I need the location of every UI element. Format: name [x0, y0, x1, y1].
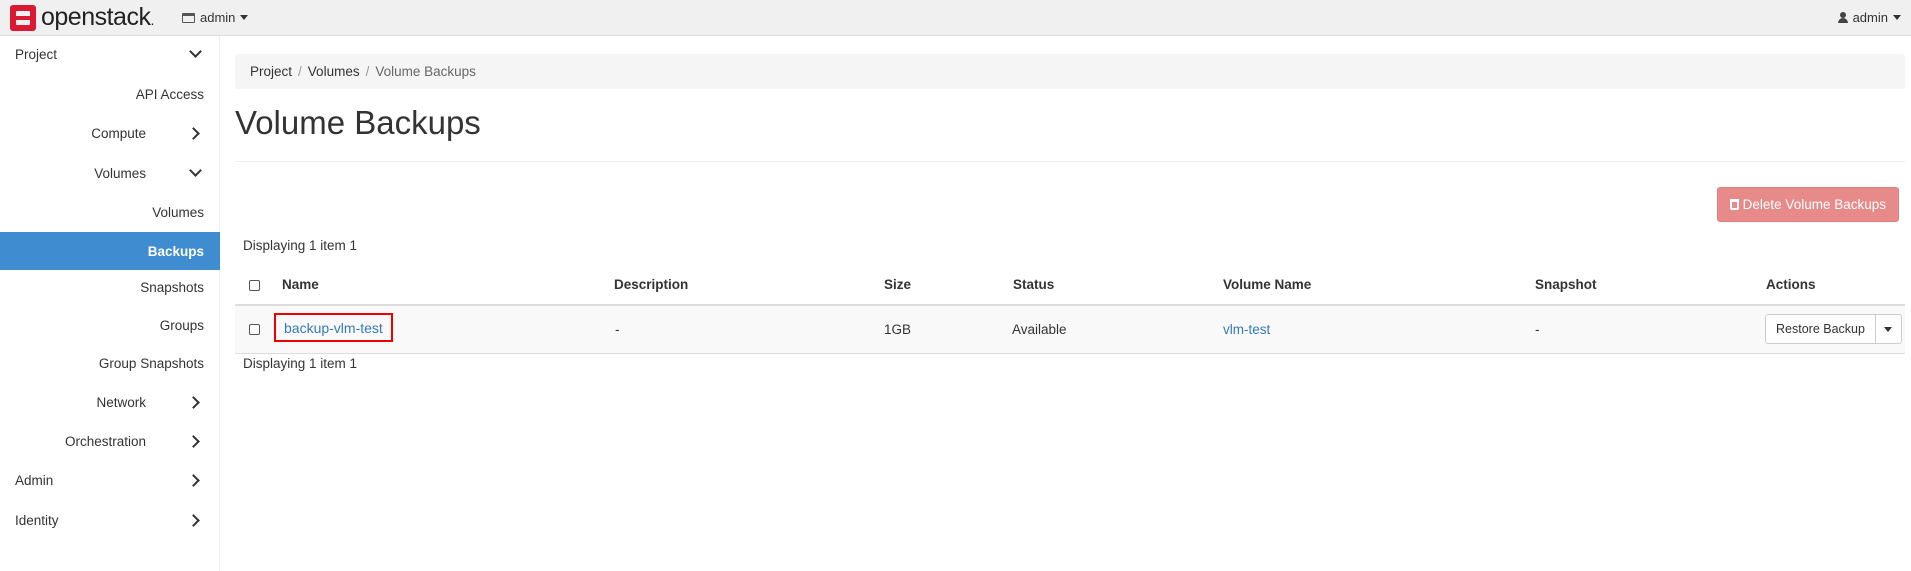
- sidebar-item-label: Group Snapshots: [98, 355, 204, 371]
- sidebar-item-label: API Access: [135, 86, 204, 102]
- backup-name-link[interactable]: backup-vlm-test: [284, 320, 383, 336]
- breadcrumb: Project / Volumes / Volume Backups: [235, 54, 1905, 89]
- volume-name-link[interactable]: vlm-test: [1223, 322, 1270, 337]
- divider: [235, 161, 1905, 162]
- sidebar-item-network[interactable]: Network: [0, 384, 220, 420]
- sidebar-item-volumes-group[interactable]: Volumes: [0, 155, 220, 191]
- chevron-down-icon: [189, 44, 202, 58]
- project-selector[interactable]: admin: [182, 10, 249, 25]
- cell-status: Available: [1012, 322, 1067, 337]
- chevron-down-icon: [189, 163, 202, 177]
- brand-name: openstack.: [41, 2, 154, 31]
- sidebar-item-label: Admin: [15, 472, 54, 488]
- select-all-checkbox[interactable]: [249, 280, 260, 291]
- actions-dropdown-toggle[interactable]: [1875, 314, 1902, 344]
- restore-backup-button[interactable]: Restore Backup: [1765, 314, 1876, 344]
- column-header-description[interactable]: Description: [614, 277, 688, 292]
- table-row: backup-vlm-test - 1GB Available vlm-test…: [235, 306, 1905, 354]
- highlight-box: backup-vlm-test: [274, 313, 393, 342]
- caret-down-icon: [240, 15, 249, 20]
- sidebar-item-label: Backups: [147, 243, 204, 259]
- sidebar-item-api-access[interactable]: API Access: [0, 76, 220, 112]
- chevron-right-icon: [187, 434, 200, 448]
- sidebar-item-label: Snapshots: [140, 279, 204, 295]
- chevron-right-icon: [187, 513, 200, 527]
- row-actions: Restore Backup: [1765, 314, 1902, 344]
- sidebar-item-label: Volumes: [152, 204, 204, 220]
- breadcrumb-separator: /: [298, 64, 302, 79]
- sidebar: Project API Access Compute Volumes Volum…: [0, 36, 220, 571]
- column-header-status[interactable]: Status: [1013, 277, 1054, 292]
- breadcrumb-current: Volume Backups: [375, 64, 476, 79]
- sidebar-item-label: Identity: [15, 512, 59, 528]
- sidebar-item-orchestration[interactable]: Orchestration: [0, 423, 220, 459]
- trash-icon: [1729, 199, 1739, 210]
- cell-size: 1GB: [884, 322, 912, 337]
- sidebar-item-snapshots[interactable]: Snapshots: [0, 269, 220, 305]
- openstack-logo-icon: [10, 5, 36, 31]
- sidebar-item-label: Network: [96, 394, 146, 410]
- delete-button-label: Delete Volume Backups: [1742, 197, 1886, 212]
- cell-snapshot: -: [1535, 322, 1540, 337]
- sidebar-item-label: Compute: [91, 125, 146, 141]
- chevron-right-icon: [187, 395, 200, 409]
- chevron-right-icon: [187, 126, 200, 140]
- breadcrumb-volumes[interactable]: Volumes: [308, 64, 360, 79]
- item-count: Displaying 1 item 1: [243, 238, 358, 253]
- sidebar-item-admin[interactable]: Admin: [0, 462, 220, 498]
- sidebar-item-label: Orchestration: [64, 433, 146, 449]
- sidebar-item-label: Project: [15, 46, 58, 62]
- item-count-footer: Displaying 1 item 1: [243, 356, 358, 371]
- column-header-volume-name[interactable]: Volume Name: [1223, 277, 1311, 292]
- caret-down-icon: [1884, 326, 1893, 332]
- sidebar-item-compute[interactable]: Compute: [0, 115, 220, 151]
- chevron-right-icon: [187, 473, 200, 487]
- sidebar-item-backups[interactable]: Backups: [0, 232, 220, 270]
- table-header: Name Description Size Status Volume Name…: [235, 264, 1905, 306]
- user-icon: [1837, 12, 1848, 23]
- project-window-icon: [182, 12, 195, 23]
- column-header-snapshot[interactable]: Snapshot: [1535, 277, 1597, 292]
- sidebar-item-label: Groups: [159, 317, 204, 333]
- column-header-name[interactable]: Name: [282, 277, 319, 292]
- page-title: Volume Backups: [235, 104, 481, 141]
- sidebar-item-volumes[interactable]: Volumes: [0, 194, 220, 230]
- user-menu-label: admin: [1852, 10, 1888, 25]
- sidebar-item-groups[interactable]: Groups: [0, 307, 220, 343]
- openstack-logo[interactable]: openstack.: [10, 2, 154, 31]
- column-header-size[interactable]: Size: [884, 277, 911, 292]
- caret-down-icon: [1893, 15, 1901, 20]
- sidebar-item-project[interactable]: Project: [0, 36, 220, 72]
- sidebar-item-identity[interactable]: Identity: [0, 502, 220, 538]
- row-checkbox[interactable]: [249, 324, 260, 335]
- cell-description: -: [615, 322, 620, 337]
- breadcrumb-separator: /: [365, 64, 370, 79]
- delete-volume-backups-button[interactable]: Delete Volume Backups: [1716, 187, 1899, 222]
- top-navbar: openstack. admin admin: [0, 0, 1911, 36]
- sidebar-item-label: Volumes: [94, 165, 146, 181]
- user-menu[interactable]: admin: [1837, 10, 1901, 25]
- sidebar-item-group-snapshots[interactable]: Group Snapshots: [0, 345, 220, 381]
- breadcrumb-project[interactable]: Project: [250, 64, 292, 79]
- column-header-actions: Actions: [1766, 277, 1816, 292]
- project-selector-label: admin: [200, 10, 236, 25]
